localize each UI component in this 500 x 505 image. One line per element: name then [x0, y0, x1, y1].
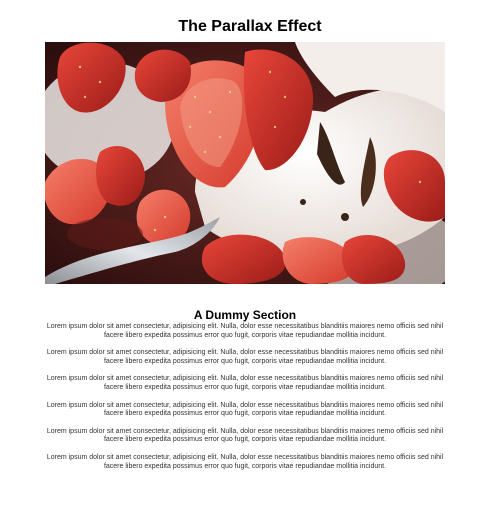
body-paragraph: Lorem ipsum dolor sit amet consectetur, …: [46, 323, 444, 339]
body-paragraph: Lorem ipsum dolor sit amet consectetur, …: [46, 375, 444, 391]
body-paragraph: Lorem ipsum dolor sit amet consectetur, …: [46, 427, 444, 444]
section-title: A Dummy Section: [193, 307, 297, 322]
hero-image: [45, 42, 445, 284]
body-paragraph: Lorem ipsum dolor sit amet consectetur, …: [46, 349, 444, 365]
section-body: Lorem ipsum dolor sit amet consectetur, …: [45, 323, 445, 480]
body-paragraph: Lorem ipsum dolor sit amet consectetur, …: [46, 401, 444, 418]
hero-photo-illustration: [45, 42, 445, 284]
page-title: The Parallax Effect: [178, 17, 322, 35]
body-paragraph: Lorem ipsum dolor sit amet consectetur, …: [46, 453, 444, 470]
